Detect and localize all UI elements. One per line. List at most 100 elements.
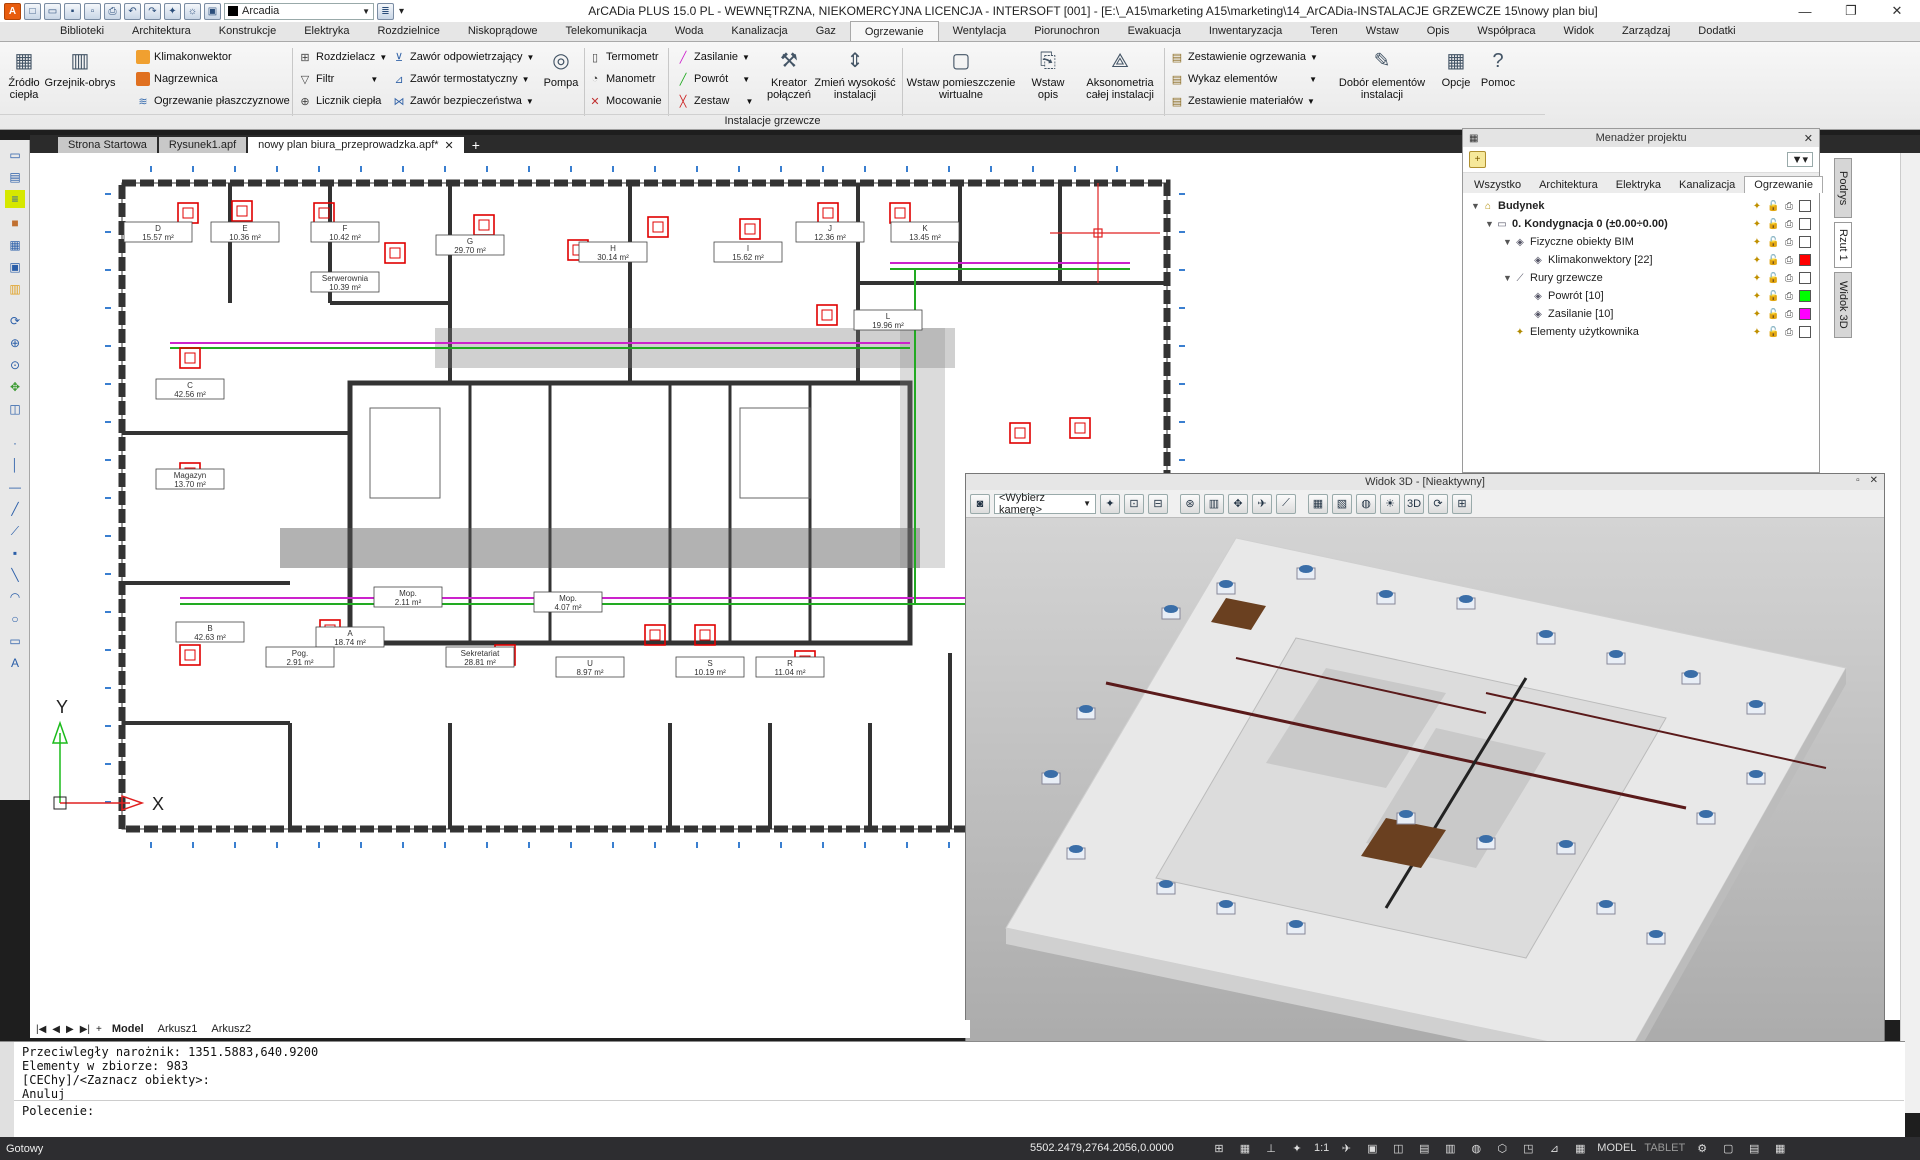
close-icon[interactable]: ✕ [445, 139, 454, 152]
mounting-button[interactable]: ✕ Mocowanie [588, 94, 661, 108]
arc-icon[interactable]: ◠ [5, 588, 25, 606]
tab-piorunochron[interactable]: Piorunochron [1020, 21, 1113, 41]
maximize-button[interactable]: ❐ [1828, 0, 1874, 22]
highlight-tool-icon[interactable]: ≡ [5, 190, 25, 208]
window-tool-icon[interactable]: ▣ [5, 258, 25, 276]
restore-icon[interactable]: ▫ [1856, 475, 1860, 486]
vertical-line-icon[interactable]: │ [5, 456, 25, 474]
new-tab-button[interactable]: + [472, 137, 480, 153]
camera-select[interactable]: <Wybierz kamerę> ▼ [994, 492, 1096, 516]
tree-item[interactable]: ▼ ⌂ Budynek ✦ 🔓 ⎙ [1463, 197, 1819, 215]
tree-item[interactable]: ◈ Zasilanie [10] ✦ 🔓 ⎙ [1463, 305, 1819, 323]
zoom-window-icon[interactable]: ⊙ [5, 356, 25, 374]
print-icon[interactable]: ⎙ [104, 2, 121, 20]
tab-dodatki[interactable]: Dodatki [1684, 21, 1749, 41]
grip-icon[interactable]: ▦ [1469, 133, 1478, 144]
supply-pipe-button[interactable]: ╱ Zasilanie ▼ [676, 50, 750, 64]
tab-teren[interactable]: Teren [1296, 21, 1352, 41]
color-swatch[interactable] [1799, 200, 1811, 212]
tab-biblioteki[interactable]: Biblioteki [46, 21, 118, 41]
lock-icon[interactable]: 🔓 [1767, 327, 1779, 338]
lock-icon[interactable]: 🔓 [1767, 291, 1779, 302]
refresh-icon[interactable]: ⟳ [5, 312, 25, 330]
element-list-button[interactable]: ▤ Wykaz elementów ▼ [1170, 72, 1317, 86]
layout-tab-model[interactable]: Model [108, 1023, 148, 1035]
color-swatch[interactable] [1799, 254, 1811, 266]
polar-icon[interactable]: ✦ [1288, 1139, 1306, 1157]
new-file-icon[interactable]: □ [24, 2, 41, 20]
object-tool-icon[interactable]: ■ [5, 214, 25, 232]
materials-summary-button[interactable]: ▤ Zestawienie materiałów ▼ [1170, 94, 1315, 108]
expand-icon[interactable]: ▼ [1471, 201, 1481, 211]
side-tab-rzut1[interactable]: Rzut 1 [1834, 222, 1852, 268]
point-icon[interactable]: · [5, 434, 25, 452]
tab-architektura[interactable]: Architektura [118, 21, 205, 41]
isolate-icon[interactable]: ◫ [1389, 1139, 1407, 1157]
tab-wspolpraca[interactable]: Współpraca [1463, 21, 1549, 41]
pan-icon[interactable]: ✥ [5, 378, 25, 396]
side-tab-podrys[interactable]: Podrys [1834, 158, 1852, 218]
tab-ewakuacja[interactable]: Ewakuacja [1114, 21, 1195, 41]
lock-icon[interactable]: 🔓 [1767, 255, 1779, 266]
redo-icon[interactable]: ↷ [144, 2, 161, 20]
tree-item[interactable]: ◈ Klimakonwektory [22] ✦ 🔓 ⎙ [1463, 251, 1819, 269]
lock-icon[interactable]: 🔓 [1767, 201, 1779, 212]
workspace-switch-icon[interactable]: ▤ [1745, 1139, 1763, 1157]
thermometer-button[interactable]: ▯ Termometr [588, 50, 659, 64]
side-tab-3d[interactable]: Widok 3D [1834, 272, 1852, 338]
print-icon[interactable]: ⎙ [1783, 201, 1795, 212]
clean-screen-icon[interactable]: ▦ [1771, 1139, 1789, 1157]
tablet-toggle[interactable]: TABLET [1644, 1139, 1685, 1157]
safety-valve-button[interactable]: ⋈ Zawór bezpieczeństwa ▼ [392, 94, 534, 108]
insert-description-button[interactable]: ⎘ Wstaw opis [1024, 46, 1072, 101]
pm-tab-electrical[interactable]: Elektryka [1607, 177, 1670, 193]
selection-cycle-icon[interactable]: ⬡ [1493, 1139, 1511, 1157]
fly-icon[interactable]: ✈ [1252, 493, 1272, 514]
orbit-icon[interactable]: ⊛ [1180, 493, 1200, 514]
heating-summary-button[interactable]: ▤ Zestawienie ogrzewania ▼ [1170, 50, 1318, 64]
last-layout-icon[interactable]: ▶| [80, 1024, 90, 1035]
3d-osnap-icon[interactable]: ◳ [1519, 1139, 1537, 1157]
axonometry-button[interactable]: ⟁ Aksonometria całej instalacji [1078, 46, 1162, 101]
tab-ogrzewanie[interactable]: Ogrzewanie [849, 21, 939, 41]
command-prompt[interactable]: Polecenie: [22, 1104, 94, 1118]
circle-icon[interactable]: ○ [5, 610, 25, 628]
virtual-room-button[interactable]: ▢ Wstaw pomieszczenie wirtualne [904, 46, 1018, 101]
doc-tab-start[interactable]: Strona Startowa [58, 137, 157, 153]
change-height-button[interactable]: ⇕ Zmień wysokość instalacji [812, 46, 898, 101]
transparency-icon[interactable]: ◍ [1467, 1139, 1485, 1157]
tab-rozdzielnice[interactable]: Rozdzielnice [363, 21, 453, 41]
grid-icon[interactable]: ▦ [1236, 1139, 1254, 1157]
move-icon[interactable]: ✥ [1228, 493, 1248, 514]
manometer-button[interactable]: ◔ Manometr [588, 72, 656, 86]
pm-tab-heating[interactable]: Ogrzewanie [1744, 176, 1823, 193]
rectangle-icon[interactable]: ▭ [5, 632, 25, 650]
tab-konstrukcje[interactable]: Konstrukcje [205, 21, 290, 41]
wall-view-icon[interactable]: ▥ [1204, 493, 1224, 514]
print-icon[interactable]: ⎙ [1783, 219, 1795, 230]
pm-tab-architecture[interactable]: Architektura [1530, 177, 1607, 193]
print-icon[interactable]: ⎙ [1783, 255, 1795, 266]
workspace-icon[interactable]: ▣ [1363, 1139, 1381, 1157]
layout-tab-sheet1[interactable]: Arkusz1 [154, 1023, 202, 1035]
heat-meter-button[interactable]: ⊕ Licznik ciepła [298, 94, 381, 108]
pm-tab-sewage[interactable]: Kanalizacja [1670, 177, 1744, 193]
filter-dropdown-icon[interactable]: ▼▾ [1786, 152, 1813, 167]
doc-tab-drawing1[interactable]: Rysunek1.apf [158, 137, 247, 153]
annotation-icon[interactable]: ✈ [1337, 1139, 1355, 1157]
print-icon[interactable]: ⎙ [1783, 309, 1795, 320]
zoom-window-icon[interactable]: ⊟ [1148, 493, 1168, 514]
visibility-bulb-icon[interactable]: ✦ [1751, 201, 1763, 212]
heat-source-button[interactable]: ▦ Źródło ciepła [4, 46, 44, 101]
text-tool-icon[interactable]: A [5, 654, 25, 672]
lock-icon[interactable]: 🔓 [1767, 273, 1779, 284]
rotate-icon[interactable]: ⟳ [1428, 493, 1448, 514]
pump-button[interactable]: ◎ Pompa [541, 46, 581, 89]
pm-tab-all[interactable]: Wszystko [1465, 177, 1530, 193]
lineweight-icon[interactable]: ▥ [1441, 1139, 1459, 1157]
polyline-icon[interactable]: ⟋ [5, 522, 25, 540]
color-swatch[interactable] [1799, 236, 1811, 248]
radiator-outline-button[interactable]: ▥ Grzejnik-obrys [45, 46, 116, 89]
filter-button[interactable]: ▽ Filtr ▼ [298, 72, 378, 86]
visibility-bulb-icon[interactable]: ✦ [1751, 327, 1763, 338]
